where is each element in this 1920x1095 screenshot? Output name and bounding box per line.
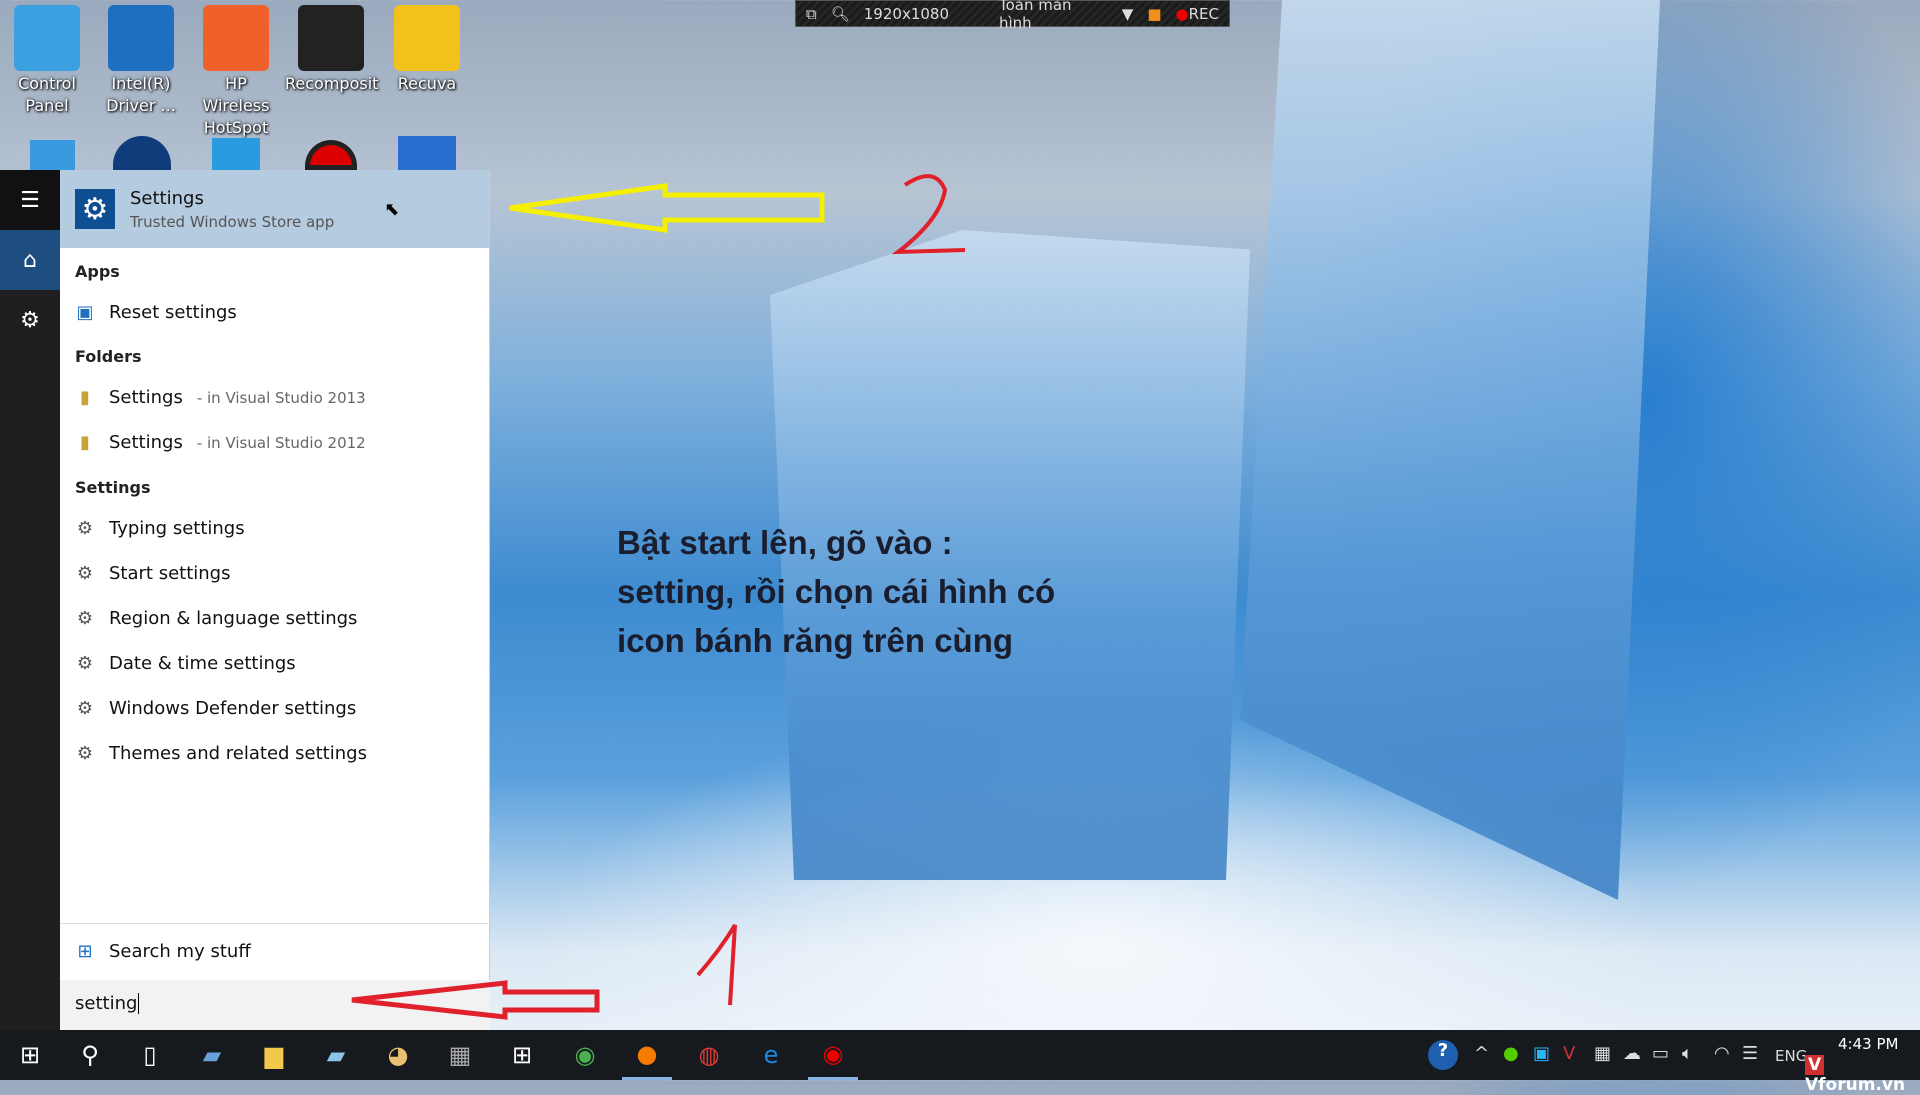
red-arrow	[351, 980, 600, 1020]
action-center-icon[interactable]: ☰	[1742, 1043, 1758, 1064]
chrome-icon[interactable]: ◍	[684, 1030, 734, 1080]
onedrive-icon[interactable]: ☁	[1623, 1043, 1641, 1064]
edge-icon[interactable]: e	[746, 1030, 796, 1080]
zalo-icon[interactable]: ▣	[1533, 1043, 1550, 1064]
language-indicator[interactable]: ENG	[1775, 1047, 1807, 1065]
notepad-icon[interactable]: ▰	[311, 1030, 361, 1080]
chevron-up-icon[interactable]: ^	[1474, 1043, 1489, 1064]
handwritten-1	[696, 923, 737, 1006]
idm-icon[interactable]: ◉	[560, 1030, 610, 1080]
taskbar-app-1[interactable]: ▰	[187, 1030, 237, 1080]
task-view-icon[interactable]: ▯	[125, 1030, 175, 1080]
volume-icon[interactable]: 🔈︎	[1682, 1043, 1693, 1064]
firefox-icon[interactable]: ●	[622, 1030, 672, 1080]
yellow-arrow	[509, 183, 825, 233]
grid-tray-icon[interactable]: ▦	[1594, 1043, 1611, 1064]
battery-icon[interactable]: ▭	[1652, 1043, 1669, 1064]
paint-icon[interactable]: ◕	[373, 1030, 423, 1080]
taskbar-app-grid[interactable]: ▦	[435, 1030, 485, 1080]
search-icon[interactable]: ⚲	[65, 1030, 115, 1080]
handwritten-2	[891, 174, 966, 255]
start-button[interactable]: ⊞	[5, 1030, 55, 1080]
watermark: V Vforum.vn	[1805, 1055, 1906, 1095]
clock[interactable]: 4:43 PM	[1838, 1035, 1898, 1053]
annotation-text: Bật start lên, gõ vào : setting, rồi chọ…	[617, 524, 1056, 659]
wifi-icon[interactable]: ◠	[1714, 1043, 1730, 1064]
recorder-taskbar-icon[interactable]: ◉	[808, 1030, 858, 1080]
file-explorer-icon[interactable]: ▆	[249, 1030, 299, 1080]
green-status-icon[interactable]: ●	[1503, 1043, 1519, 1064]
v-icon[interactable]: V	[1563, 1043, 1575, 1064]
help-icon[interactable]: ?	[1428, 1040, 1458, 1070]
store-icon[interactable]: ⊞	[497, 1030, 547, 1080]
